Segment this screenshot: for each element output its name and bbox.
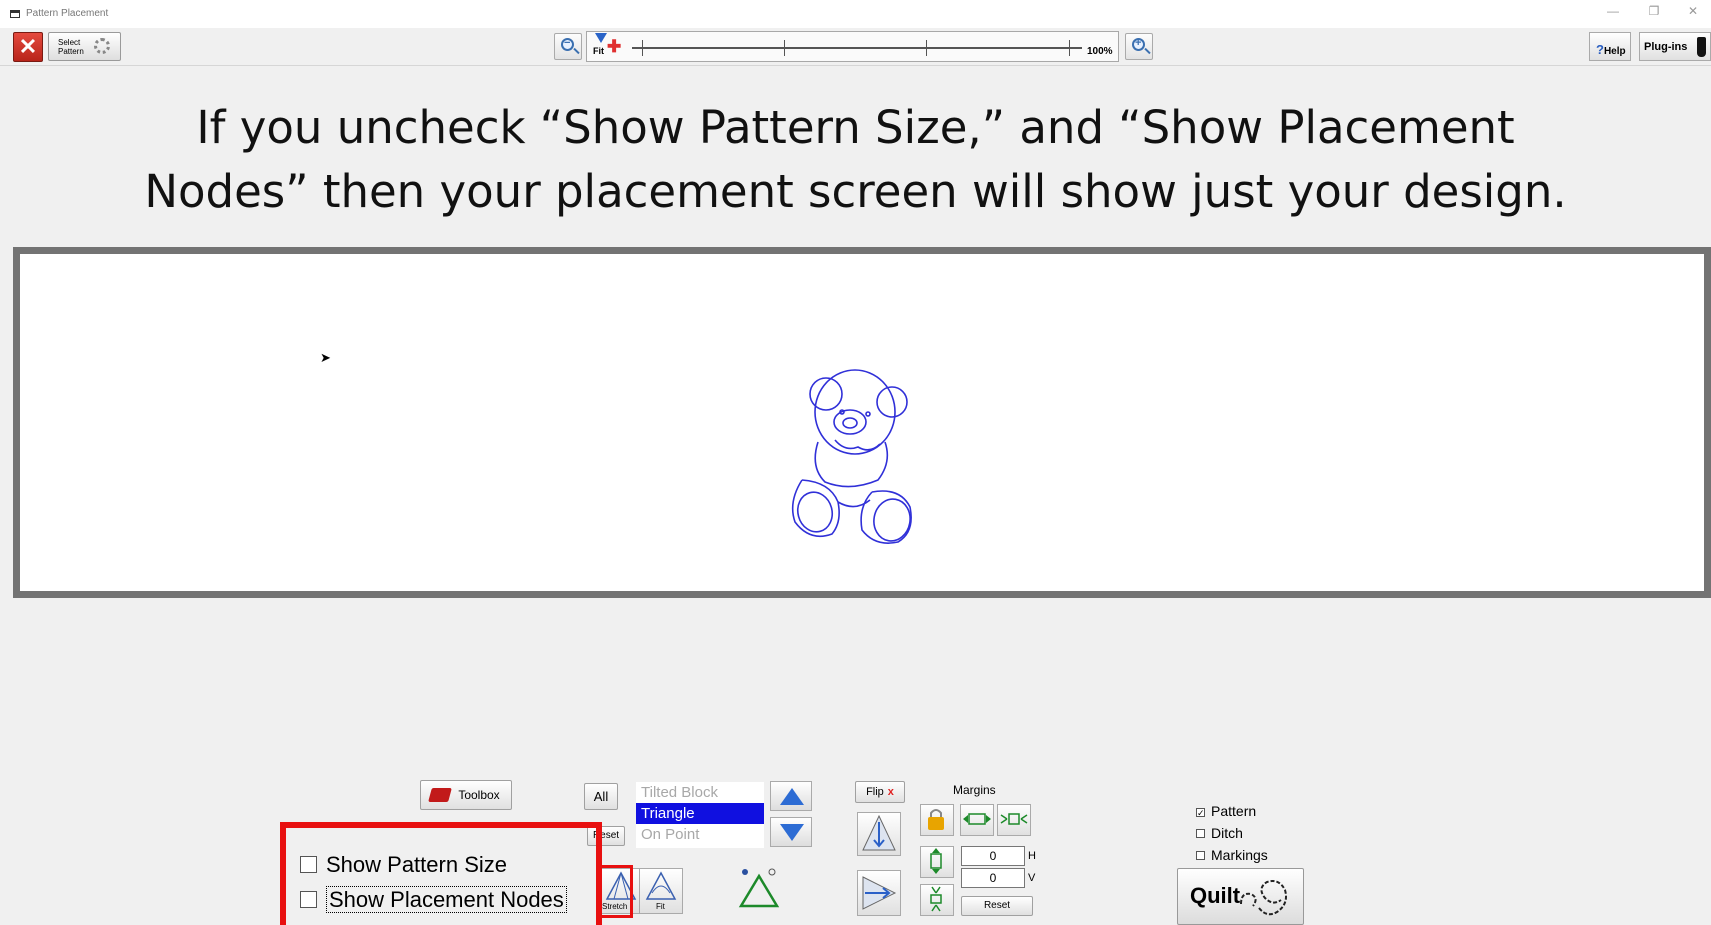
plugins-button[interactable]: Plug-ins (1639, 32, 1711, 61)
markings-layer-checkbox[interactable]: Markings (1196, 847, 1268, 863)
window-titlebar: Pattern Placement — ❐ ✕ (0, 0, 1711, 28)
fit-label-bottom: Fit (656, 902, 665, 911)
help-button[interactable]: ?Help (1589, 32, 1631, 61)
slider-track (632, 47, 1082, 49)
style-option-on-point[interactable]: On Point (636, 824, 764, 845)
flip-button[interactable]: Flip x (855, 781, 905, 803)
triangle-nodes-button[interactable] (737, 866, 781, 912)
pattern-layer-checkbox[interactable]: ✓ Pattern (1196, 803, 1256, 819)
help-label: Help (1603, 46, 1626, 57)
toolbox-icon (428, 788, 452, 802)
markings-layer-label: Markings (1211, 847, 1268, 863)
triangle-nodes-icon (738, 868, 780, 908)
margins-reset-button[interactable]: Reset (961, 896, 1033, 916)
flip-vertical-icon (862, 814, 896, 851)
select-pattern-button[interactable]: Select Pattern (48, 32, 121, 61)
zoom-in-icon: + (1132, 37, 1145, 51)
flip-horizontal-button[interactable] (857, 870, 901, 916)
slider-tick (926, 40, 927, 56)
mouse-cursor-icon: ➤ (320, 350, 331, 365)
ditch-layer-label: Ditch (1211, 825, 1243, 841)
margins-label: Margins (953, 783, 996, 797)
pattern-layer-label: Pattern (1211, 803, 1257, 819)
flip-x-icon: x (887, 786, 894, 798)
horizontal-margin-shrink-button[interactable] (997, 804, 1031, 836)
caption-line-1: If you uncheck “Show Pattern Size,” and … (196, 101, 1515, 154)
arrow-up-icon (780, 788, 804, 805)
app-icon (10, 10, 20, 18)
style-option-triangle[interactable]: Triangle (636, 803, 764, 824)
ditch-layer-checkbox[interactable]: Ditch (1196, 825, 1243, 841)
caption-line-2: Nodes” then your placement screen will s… (144, 165, 1567, 218)
slider-pointer-icon (595, 33, 607, 43)
expand-vertical-icon (930, 848, 942, 874)
flip-label: Flip (866, 786, 884, 798)
vertical-margin-label: V (1028, 872, 1036, 884)
quilt-button[interactable]: Quilt (1177, 868, 1304, 925)
shrink-horizontal-icon (1000, 813, 1028, 825)
style-option-tilted-block[interactable]: Tilted Block (636, 782, 764, 803)
slider-tick (784, 40, 785, 56)
zoom-out-button[interactable]: − (554, 33, 582, 60)
teddy-bear-pattern (791, 369, 912, 544)
show-pattern-size-label: Show Pattern Size (326, 852, 507, 877)
flip-horizontal-icon (862, 876, 897, 910)
show-pattern-size-checkbox[interactable]: Show Pattern Size (300, 852, 507, 878)
help-icon: ? (1596, 42, 1604, 57)
select-pattern-label-line1: Select (58, 38, 81, 47)
fit-label: Fit (593, 46, 604, 56)
vertical-margin-expand-button[interactable] (920, 846, 954, 878)
toolbox-label: Toolbox (458, 788, 500, 802)
vertical-margin-field[interactable]: 0 (961, 868, 1025, 888)
horizontal-margin-field[interactable]: 0 (961, 846, 1025, 866)
show-placement-nodes-checkbox[interactable]: Show Placement Nodes (300, 886, 567, 913)
instruction-caption: If you uncheck “Show Pattern Size,” and … (0, 96, 1711, 224)
checkbox-unchecked-icon (1196, 851, 1205, 860)
fit-button[interactable]: Fit (639, 868, 683, 914)
arrow-down-icon (780, 824, 804, 841)
stretch-highlight (598, 865, 633, 918)
window-close-button[interactable]: ✕ (1683, 4, 1703, 18)
zoom-slider[interactable]: Fit ✚ 100% (586, 31, 1119, 62)
restore-button[interactable]: ❐ (1644, 4, 1664, 18)
zoom-in-button[interactable]: + (1125, 33, 1153, 60)
move-up-button[interactable] (770, 781, 812, 811)
toolbox-button[interactable]: Toolbox (420, 780, 512, 810)
close-button[interactable]: ✕ (13, 32, 43, 62)
slider-tick (1069, 40, 1070, 56)
checkbox-unchecked-icon (300, 856, 317, 873)
window-title: Pattern Placement (26, 8, 109, 19)
fit-triangle-icon (645, 871, 677, 900)
vertical-margin-shrink-button[interactable] (920, 884, 954, 916)
checkbox-unchecked-icon (300, 891, 317, 908)
slider-tick (642, 40, 643, 56)
move-down-button[interactable] (770, 817, 812, 847)
zoom-out-icon: − (561, 37, 574, 51)
horizontal-margin-expand-button[interactable] (960, 804, 994, 836)
plugins-label: Plug-ins (1644, 41, 1688, 53)
select-pattern-label-line2: Pattern (58, 47, 84, 56)
move-icon: ✚ (607, 37, 622, 56)
plug-icon (1697, 37, 1706, 57)
layout-style-list[interactable]: Tilted Block Triangle On Point (636, 782, 764, 848)
all-button[interactable]: All (584, 783, 618, 810)
zoom-percent: 100% (1087, 46, 1113, 57)
checkbox-checked-icon: ✓ (1196, 808, 1205, 818)
expand-horizontal-icon (963, 813, 991, 825)
quilt-swirl-icon (1240, 880, 1287, 916)
quilt-label: Quilt (1190, 883, 1241, 908)
lock-margins-button[interactable] (920, 804, 954, 836)
gear-icon (94, 38, 110, 54)
toolbar: ✕ Select Pattern − Fit ✚ 100% + ?Help Pl… (0, 28, 1711, 66)
checkbox-unchecked-icon (1196, 829, 1205, 838)
horizontal-margin-label: H (1028, 850, 1036, 862)
show-placement-nodes-label: Show Placement Nodes (326, 886, 567, 913)
lock-icon (928, 809, 944, 830)
minimize-button[interactable]: — (1603, 4, 1623, 18)
shrink-vertical-icon (930, 886, 942, 912)
flip-vertical-button[interactable] (857, 812, 901, 856)
